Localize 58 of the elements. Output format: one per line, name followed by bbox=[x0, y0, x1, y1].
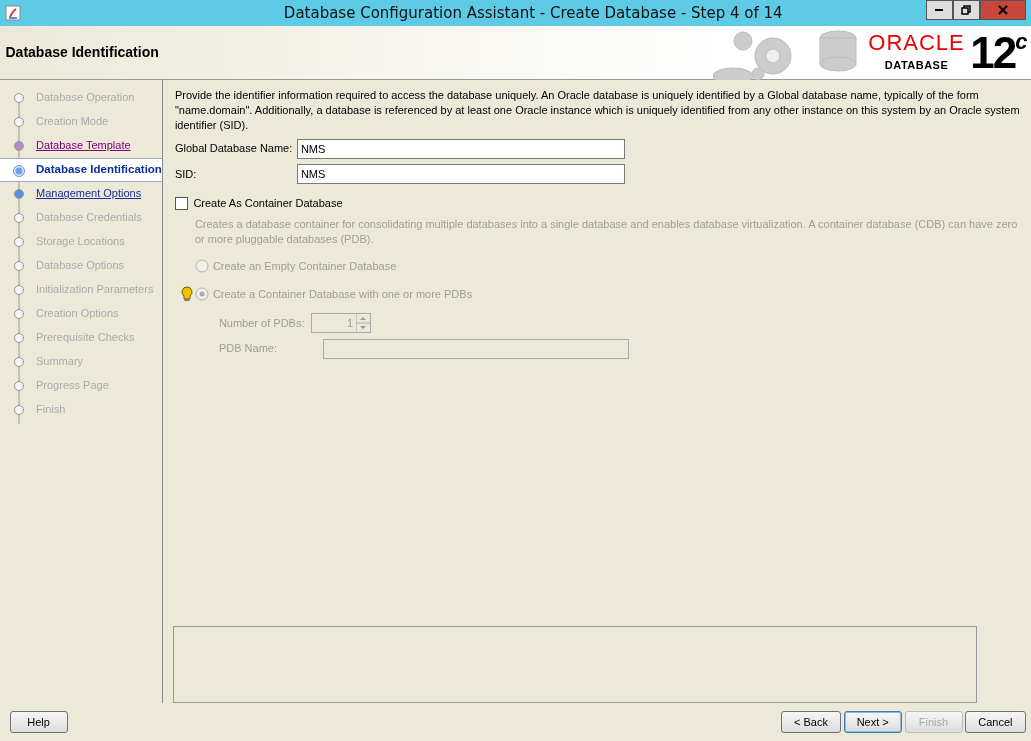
wizard-step: Finish bbox=[0, 397, 162, 422]
step-dot-icon bbox=[13, 211, 25, 224]
step-dot-icon bbox=[13, 283, 25, 296]
wizard-step: Database Options bbox=[0, 253, 162, 278]
close-button[interactable] bbox=[979, 0, 1026, 20]
version-number: 12 bbox=[970, 30, 1016, 75]
step-dot-icon bbox=[13, 139, 25, 152]
wizard-step[interactable]: Database Identification bbox=[0, 157, 162, 182]
wizard-step: Database Operation bbox=[0, 85, 162, 110]
close-icon bbox=[997, 5, 1008, 15]
page-title: Database Identification bbox=[5, 43, 160, 62]
step-dot-icon bbox=[13, 331, 25, 344]
text-field[interactable]: NMS bbox=[296, 164, 625, 184]
app-icon bbox=[5, 5, 21, 21]
wizard-step: Initialization Parameters bbox=[0, 277, 162, 302]
wizard-step: Progress Page bbox=[0, 373, 162, 398]
radio-label: Create an Empty Container Database bbox=[212, 259, 397, 274]
version-suffix: c bbox=[1015, 30, 1026, 53]
step-dot-icon bbox=[13, 379, 25, 392]
step-dot-icon bbox=[13, 91, 25, 104]
field-label: PDB Name: bbox=[218, 341, 278, 357]
spinner-value: 1 bbox=[346, 316, 355, 331]
field-label: SID: bbox=[174, 166, 198, 182]
step-dot-icon bbox=[13, 307, 25, 320]
wizard-button[interactable]: Next > bbox=[843, 711, 902, 733]
step-dot-icon bbox=[13, 164, 25, 177]
restore-icon bbox=[961, 5, 971, 15]
brand-wordmark: ORACLE bbox=[868, 31, 965, 54]
product-name: DATABASE bbox=[884, 57, 949, 73]
text-field[interactable]: NMS bbox=[296, 138, 625, 159]
step-dot-icon bbox=[13, 259, 25, 272]
checkbox[interactable] bbox=[174, 196, 188, 210]
field-label: Number of PDBs: bbox=[218, 315, 306, 331]
wizard-step: Creation Mode bbox=[0, 109, 162, 134]
step-dot-icon bbox=[13, 187, 25, 200]
wizard-step: Database Credentials bbox=[0, 205, 162, 230]
restore-button[interactable] bbox=[952, 0, 980, 20]
minimize-icon bbox=[935, 9, 943, 11]
wizard-step: Storage Locations bbox=[0, 229, 162, 254]
field-label: Global Database Name: bbox=[174, 141, 294, 157]
wizard-button[interactable]: < Back bbox=[780, 711, 841, 733]
wizard-step[interactable]: Database Template bbox=[0, 133, 162, 158]
checkbox-label: Create As Container Database bbox=[193, 196, 343, 211]
wizard-button[interactable]: Cancel bbox=[965, 711, 1026, 733]
intro-text: Provide the identifier information required to access the database uniquely. An Oracle database is uniquely identified by a Global database name, typically of the form "name.domain". Additionally, a database is referenced by at least one Oracle instance which is uniquely identified from any other instance on this system by an Oracle system identifier (SID). bbox=[174, 88, 1021, 133]
description-text: Creates a database container for consolidating multiple databases into a single database and enables database virtualization. A container database (CDB) can have zero or more pluggable databases (PDB). bbox=[194, 217, 1019, 247]
help-button[interactable]: Help bbox=[9, 711, 68, 733]
minimize-button[interactable] bbox=[925, 0, 953, 20]
wizard-step: Creation Options bbox=[0, 301, 162, 326]
wizard-step: Summary bbox=[0, 349, 162, 374]
wizard-step[interactable]: Management Options bbox=[0, 181, 162, 206]
step-dot-icon bbox=[13, 403, 25, 416]
wizard-step: Prerequisite Checks bbox=[0, 325, 162, 350]
step-dot-icon bbox=[13, 235, 25, 248]
radio-label: Create a Container Database with one or more PDBs bbox=[212, 286, 473, 302]
step-dot-icon bbox=[13, 115, 25, 128]
step-dot-icon bbox=[13, 355, 25, 368]
window-title: Database Configuration Assistant - Create Database - Step 4 of 14 bbox=[282, 3, 784, 24]
